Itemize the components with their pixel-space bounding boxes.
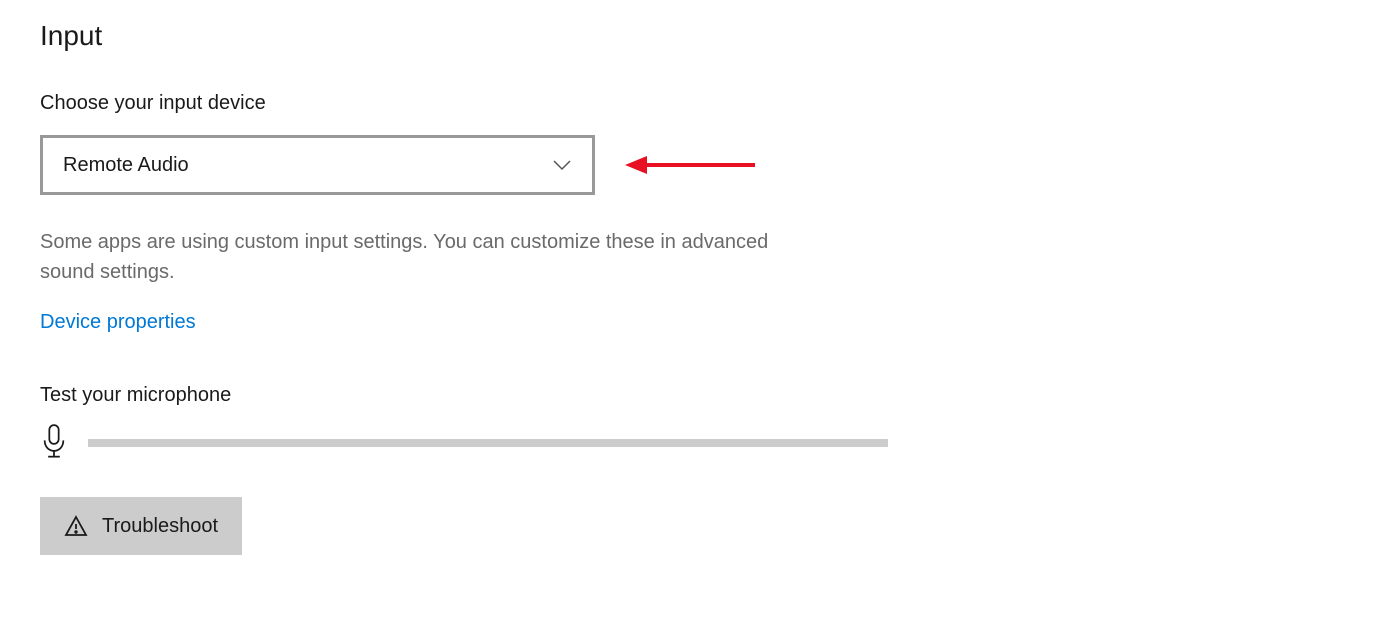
section-title: Input	[40, 20, 1340, 52]
chevron-down-icon	[532, 138, 592, 192]
troubleshoot-button[interactable]: Troubleshoot	[40, 497, 242, 555]
mic-test-label: Test your microphone	[40, 384, 1340, 407]
input-device-label: Choose your input device	[40, 92, 1340, 115]
warning-icon	[64, 514, 88, 538]
input-device-description: Some apps are using custom input setting…	[40, 227, 820, 287]
input-device-selected: Remote Audio	[43, 154, 532, 177]
device-properties-link[interactable]: Device properties	[40, 311, 196, 334]
microphone-icon	[40, 425, 68, 461]
troubleshoot-label: Troubleshoot	[102, 515, 218, 538]
mic-level-bar	[88, 439, 888, 447]
input-device-dropdown[interactable]: Remote Audio	[40, 135, 595, 195]
annotation-arrow-icon	[625, 153, 755, 177]
